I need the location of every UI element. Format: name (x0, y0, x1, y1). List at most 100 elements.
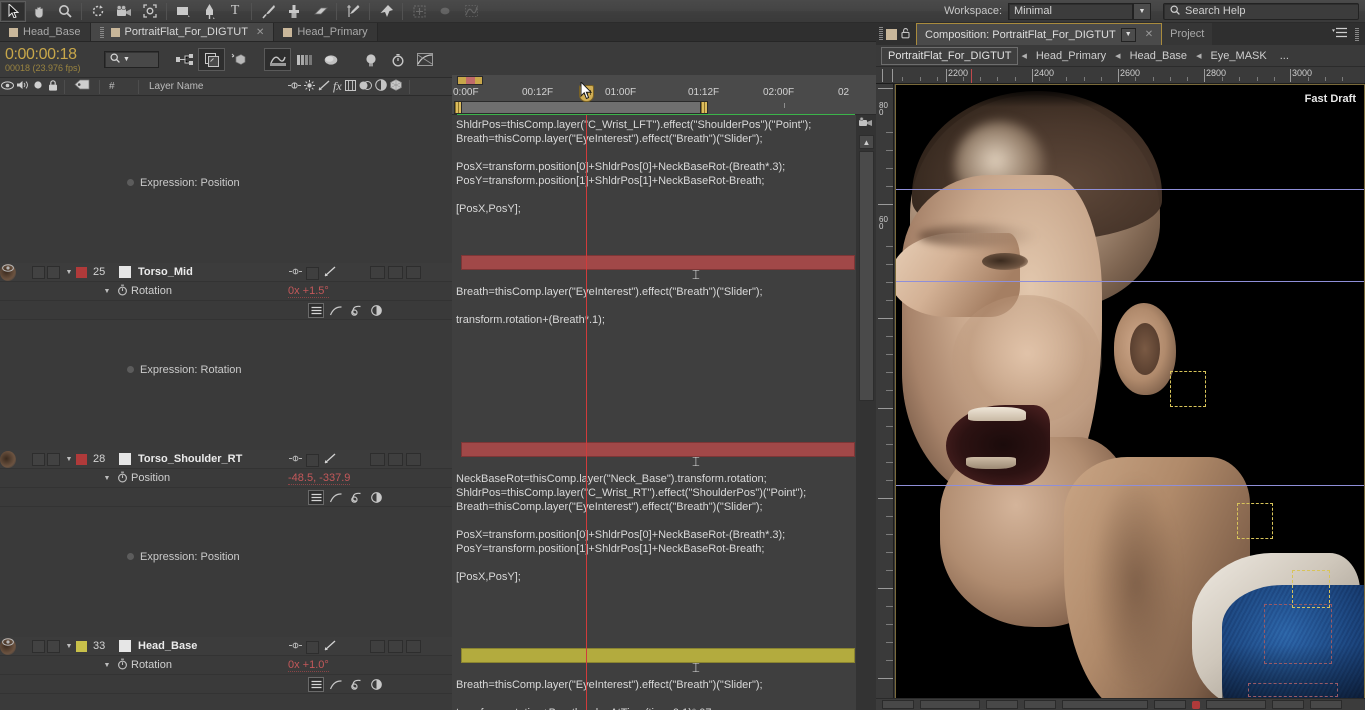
layer-bar[interactable] (461, 648, 855, 663)
audio-toggle[interactable] (32, 639, 45, 653)
guide-line[interactable] (896, 485, 1364, 486)
mask-outline[interactable] (1264, 604, 1332, 664)
comp-camera-icon[interactable] (858, 116, 874, 131)
layer-switches[interactable] (288, 640, 337, 654)
pen-tool[interactable] (196, 1, 222, 22)
shy-icon[interactable] (288, 454, 303, 466)
eye-icon[interactable] (0, 450, 16, 468)
3d-toggle[interactable] (406, 266, 421, 279)
transparency-grid-button[interactable] (1024, 700, 1056, 709)
eye-icon[interactable] (0, 263, 16, 281)
frame-blend-toggle[interactable] (370, 266, 385, 279)
expression-enable-icon[interactable] (308, 303, 324, 318)
property-row-rotation[interactable]: ▼ Rotation 0x +1.5° (0, 282, 452, 301)
drag-grip-icon[interactable] (1355, 27, 1359, 41)
drag-grip-icon[interactable] (99, 26, 104, 38)
eraser-tool[interactable] (307, 1, 333, 22)
label-color-swatch[interactable] (76, 453, 87, 465)
chevron-down-icon[interactable]: ▼ (100, 288, 114, 295)
reset-exposure-icon[interactable] (1192, 700, 1200, 709)
property-value[interactable]: 0x +1.5° (288, 285, 329, 298)
audio-toggle[interactable] (32, 452, 45, 466)
expression-text[interactable]: ShldrPos=thisComp.layer("C_Wrist_LFT").e… (456, 118, 811, 216)
expression-language-icon[interactable] (368, 490, 384, 505)
solo-icon[interactable] (30, 80, 45, 93)
anchor-point-box[interactable] (1237, 503, 1273, 539)
breadcrumb-item-head-base[interactable]: Head_Base (1124, 48, 1194, 64)
layer-bar[interactable] (461, 442, 855, 457)
stopwatch-icon[interactable] (384, 48, 411, 71)
layer-switch-tail[interactable] (370, 453, 421, 466)
expression-enable-icon[interactable] (308, 490, 324, 505)
close-icon[interactable]: ✕ (256, 27, 264, 38)
motion-blur-toggle[interactable] (388, 453, 403, 466)
composition-mini-flowchart-icon[interactable] (171, 48, 198, 71)
snapshot-button[interactable] (1272, 700, 1304, 709)
eye-icon[interactable] (0, 637, 16, 655)
work-area-end-handle[interactable] (700, 101, 708, 114)
timeline-search-input[interactable]: ▼ (104, 51, 159, 68)
quality-icon[interactable] (322, 266, 337, 280)
shy-icon[interactable] (288, 641, 303, 653)
layer-switch-tail[interactable] (370, 266, 421, 279)
zoom-tool[interactable] (52, 1, 78, 22)
3d-view-select[interactable] (1154, 700, 1186, 709)
quality-icon[interactable] (322, 640, 337, 654)
motion-blur-icon[interactable] (359, 80, 372, 94)
camera-tool[interactable] (111, 1, 137, 22)
expression-text[interactable]: Breath=thisComp.layer("EyeInterest").eff… (456, 678, 763, 710)
work-area-bar[interactable] (456, 101, 705, 114)
quality-icon[interactable] (318, 79, 330, 94)
chevron-down-icon[interactable]: ▼ (1133, 2, 1151, 20)
label-color-swatch[interactable] (76, 266, 87, 278)
layer-switches[interactable] (288, 453, 337, 467)
channel-select[interactable] (1310, 700, 1342, 709)
roto-brush-tool[interactable] (340, 1, 366, 22)
graph-editor-icon[interactable] (328, 303, 344, 318)
horizontal-ruler[interactable]: 2200 2400 2600 2800 3000 3200 3400 3600 (876, 67, 1365, 84)
solo-toggle[interactable] (47, 452, 60, 466)
guide-line[interactable] (896, 281, 1364, 282)
label-color-swatch[interactable] (76, 640, 87, 652)
stopwatch-icon[interactable] (114, 284, 131, 299)
chevron-down-icon[interactable]: ▼ (62, 643, 76, 650)
shy-icon[interactable] (288, 267, 303, 279)
search-help-input[interactable]: Search Help (1163, 2, 1359, 20)
pickwhip-icon[interactable] (348, 490, 364, 505)
current-timecode[interactable]: 0:00:00:18 00018 (23.976 fps) (0, 46, 98, 74)
layer-name[interactable]: Torso_Mid (138, 266, 193, 278)
motion-sketch-icon[interactable] (432, 1, 458, 22)
lights-icon[interactable] (357, 48, 384, 71)
tab-project[interactable]: Project (1162, 23, 1213, 45)
layer-switches[interactable] (288, 266, 337, 280)
table-row[interactable]: ▼ 33 Head_Base (0, 637, 452, 656)
3d-toggle[interactable] (406, 640, 421, 653)
brush-tool[interactable] (255, 1, 281, 22)
graph-editor-icon[interactable] (328, 490, 344, 505)
resolution-select[interactable] (920, 700, 980, 709)
collapse-toggle[interactable] (306, 453, 319, 467)
layer-bar[interactable] (461, 255, 855, 270)
stopwatch-icon[interactable] (114, 658, 131, 673)
property-value[interactable]: -48.5, -337.9 (288, 472, 351, 485)
tab-head-primary[interactable]: Head_Primary (274, 23, 378, 41)
expression-text[interactable]: NeckBaseRot=thisComp.layer("Neck_Base").… (456, 472, 806, 584)
label-color-icon[interactable] (69, 79, 95, 94)
anchor-point-box[interactable] (1170, 371, 1206, 407)
expression-language-icon[interactable] (368, 303, 384, 318)
timeline-vertical-scrollbar[interactable]: ▲ ▼ (856, 115, 876, 710)
chevron-down-icon[interactable]: ▼ (100, 662, 114, 669)
table-row[interactable]: ▼ 28 Torso_Shoulder_RT (0, 450, 452, 469)
panel-menu-icon[interactable] (1332, 27, 1347, 41)
type-tool[interactable]: T (222, 1, 248, 22)
graph-editor-icon[interactable] (264, 48, 291, 71)
anchor-align-icon[interactable] (406, 1, 432, 22)
property-row-rotation[interactable]: ▼ Rotation 0x +1.0° (0, 656, 452, 675)
view-select[interactable] (1062, 700, 1148, 709)
pan-behind-tool[interactable] (137, 1, 163, 22)
chevron-down-icon[interactable]: ▼ (62, 269, 76, 276)
expression-text[interactable]: Breath=thisComp.layer("EyeInterest").eff… (456, 285, 763, 327)
motion-blur-toggle[interactable] (388, 640, 403, 653)
shape-tool[interactable] (170, 1, 196, 22)
stopwatch-icon[interactable] (114, 471, 131, 486)
